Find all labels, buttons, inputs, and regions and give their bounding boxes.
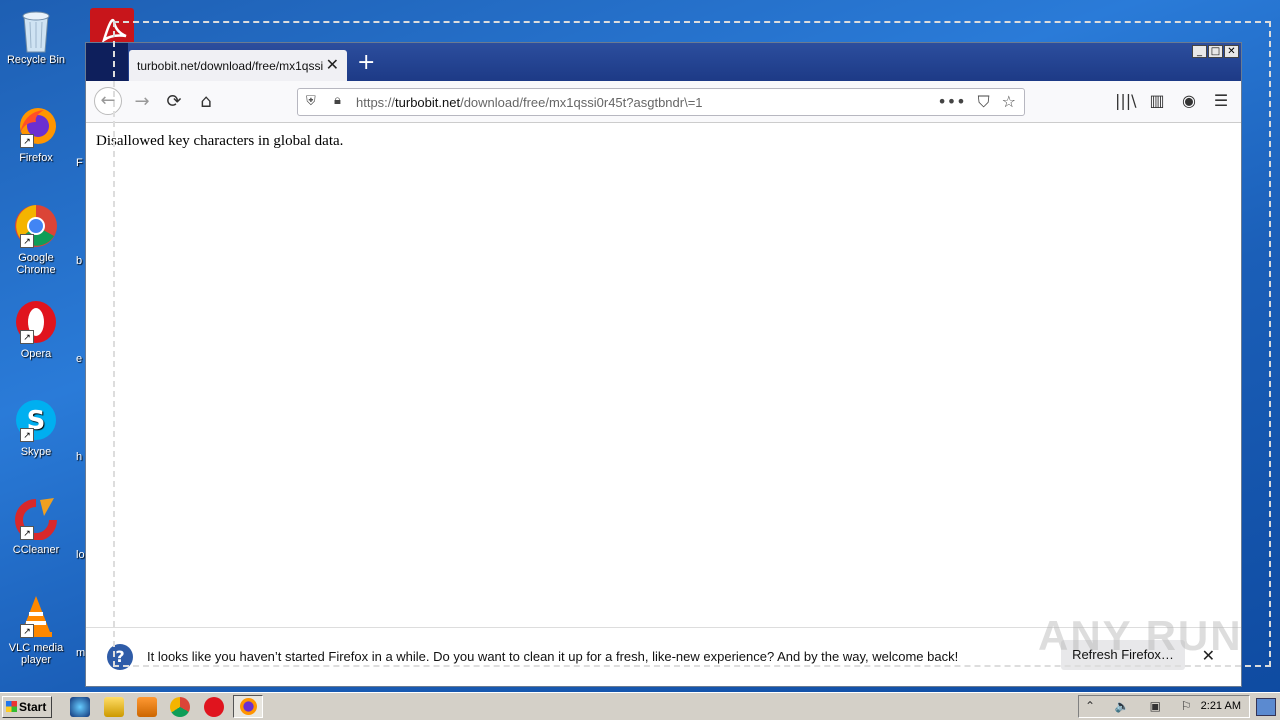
url-bar[interactable]: ⛨ 🔒︎ https://turbobit.net/download/free/… [297,88,1025,116]
forward-button[interactable]: → [130,90,154,114]
desktop-icon-label: Google Chrome [16,252,56,276]
account-icon[interactable]: ◉ [1179,91,1199,110]
explorer-taskbar-icon[interactable] [104,697,124,717]
pocket-icon[interactable]: ⛉ [978,92,990,112]
bookmark-star-icon[interactable]: ☆ [1002,92,1016,112]
anyrun-watermark: ANY RUN [1038,612,1243,659]
desktop-icon-label: Skype [20,446,52,458]
tab-close-icon[interactable]: ✕ [326,56,339,74]
tray-icons[interactable]: ⌃ 🔈 ▣ ⚐ [1085,699,1200,713]
tracking-protection-shield-icon[interactable]: ⛨ [306,94,316,109]
url-domain: turbobit.net [395,95,461,110]
notification-text: It looks like you haven’t started Firefo… [147,649,959,664]
hamburger-menu-icon[interactable]: ☰ [1211,91,1231,110]
system-tray: ⌃ 🔈 ▣ ⚐ 2:21 AM [1078,695,1250,718]
desktop-icon-recycle-bin[interactable]: Recycle Bin [4,6,68,66]
vlc-icon: ↗ [14,594,58,638]
desktop-partial-label: b [76,255,83,267]
recycle-bin-icon [14,6,58,53]
shortcut-arrow-icon: ↗ [20,134,34,148]
desktop-icon-vlc[interactable]: ↗ VLC media player [4,594,68,666]
firefox-window: turbobit.net/download/free/mx1qssi0r ✕ +… [85,42,1242,687]
ccleaner-icon: ↗ [14,496,58,541]
toolbar-right: |||\ ▥ ◉ ☰ [1115,91,1231,110]
clock[interactable]: 2:21 AM [1201,700,1241,712]
window-controls: _ □ ✕ [1192,45,1239,58]
minimize-button[interactable]: _ [1192,45,1207,58]
home-button[interactable]: ⌂ [194,90,218,114]
skype-icon: S ↗ [14,398,58,442]
question-icon: ? [107,644,133,670]
new-tab-button[interactable]: + [357,49,375,77]
shortcut-arrow-icon: ↗ [20,526,34,540]
title-bar[interactable]: turbobit.net/download/free/mx1qssi0r ✕ +… [86,43,1241,82]
shortcut-arrow-icon: ↗ [20,624,34,638]
maximize-button[interactable]: □ [1208,45,1223,58]
url-scheme: https:// [356,95,396,110]
desktop-icon-label: Recycle Bin [6,54,66,66]
close-window-button[interactable]: ✕ [1224,45,1239,58]
url-actions: ••• ⛉ ☆ [937,92,1016,112]
desktop-partial-label: lo [76,549,85,561]
opera-icon: ↗ [14,300,58,344]
url-path: /download/free/mx1qssi0r45t?asgtbndr\=1 [460,95,703,110]
desktop-partial-label: F [76,157,83,169]
desktop-partial-label: e [76,353,83,365]
error-message: Disallowed key characters in global data… [96,133,344,149]
firefox-taskbar-button[interactable] [233,695,263,718]
chrome-taskbar-icon[interactable] [170,697,190,717]
page-actions-more-icon[interactable]: ••• [937,92,965,112]
firefox-taskbar-icon [240,698,257,715]
ie-taskbar-icon[interactable] [70,697,90,717]
opera-taskbar-icon[interactable] [204,697,224,717]
start-button[interactable]: Start [2,696,52,718]
chrome-icon: ↗ [14,204,58,248]
lock-icon[interactable]: 🔒︎ [334,93,341,108]
reload-button[interactable]: ⟳ [162,90,186,114]
back-button[interactable]: ← [94,87,122,115]
firefox-icon: ↗ [14,104,58,148]
sidebar-icon[interactable]: ▥ [1147,91,1167,110]
library-icon[interactable]: |||\ [1115,91,1137,110]
media-player-taskbar-icon[interactable] [137,697,157,717]
desktop-icon-firefox[interactable]: ↗ Firefox [4,104,68,164]
tab-title: turbobit.net/download/free/mx1qssi0r [137,59,323,73]
shortcut-arrow-icon: ↗ [20,428,34,442]
shortcut-arrow-icon: ↗ [20,234,34,248]
desktop-icon-skype[interactable]: S ↗ Skype [4,398,68,458]
desktop-icon-chrome[interactable]: ↗ Google Chrome [4,204,68,276]
desktop-icon-ccleaner[interactable]: ↗ CCleaner [4,496,68,556]
show-desktop-button[interactable] [1256,698,1276,716]
desktop-icon-label: Opera [20,348,52,360]
tab-active[interactable]: turbobit.net/download/free/mx1qssi0r ✕ [129,50,347,82]
url-text[interactable]: https://turbobit.net/download/free/mx1qs… [356,95,703,110]
navigation-toolbar: ← → ⟳ ⌂ ⛨ 🔒︎ https://turbobit.net/downlo… [86,81,1241,123]
desktop-partial-label: h [76,451,83,463]
titlebar-left-block [86,43,128,81]
taskbar: Start ⌃ 🔈 ▣ ⚐ 2:21 AM [0,692,1280,720]
desktop-icon-label: VLC media player [8,642,64,666]
shortcut-arrow-icon: ↗ [20,330,34,344]
desktop-icon-label: CCleaner [12,544,60,556]
desktop-partial-label: m [76,647,86,659]
desktop-icon-label: Firefox [19,152,53,164]
page-content: Disallowed key characters in global data… [86,123,1241,628]
desktop-icon-opera[interactable]: ↗ Opera [4,300,68,360]
